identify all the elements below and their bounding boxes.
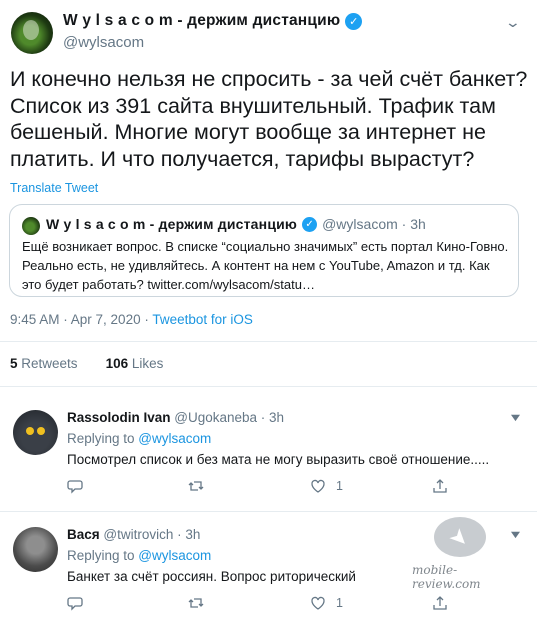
comment-icon	[67, 480, 83, 494]
tweet-timestamp[interactable]: 9:45 AM · Apr 7, 2020 ·	[10, 312, 152, 327]
tweet-source-link[interactable]: Tweetbot for iOS	[152, 312, 253, 327]
reply-avatar[interactable]	[13, 527, 58, 572]
replying-to: Replying to @wylsacom	[67, 431, 211, 446]
share-icon	[433, 596, 447, 610]
reply-button[interactable]	[67, 478, 83, 494]
retweets-label: Retweets	[21, 356, 78, 371]
retweets-count: 5	[10, 356, 18, 371]
like-button[interactable]: 1	[310, 478, 343, 494]
verified-badge-icon: ✓	[302, 216, 318, 232]
divider	[0, 386, 537, 387]
quoted-tweet-text: Ещё возникает вопрос. В списке “социальн…	[22, 239, 509, 292]
chevron-down-icon[interactable]: ⌄	[505, 14, 521, 31]
tweet-text: И конечно нельзя не спросить - за чей сч…	[10, 67, 528, 171]
reply-actions: 1	[67, 478, 457, 498]
author-display-name[interactable]: W y l s a c o m - держим дистанцию	[63, 12, 340, 30]
quoted-author-row: W y l s a c o m - держим дистанцию ✓ @wy…	[46, 216, 426, 232]
heart-icon	[311, 596, 325, 610]
retweet-icon	[188, 481, 204, 491]
like-count: 1	[336, 479, 343, 493]
replying-to-link[interactable]: @wylsacom	[138, 548, 211, 563]
reply-author-name[interactable]: Вася	[67, 527, 100, 542]
reply-handle-time[interactable]: @Ugokaneba · 3h	[174, 410, 284, 425]
retweets-stat[interactable]: 5 Retweets	[10, 356, 78, 371]
like-count: 1	[336, 596, 343, 610]
share-button[interactable]	[432, 595, 448, 611]
replying-to-link[interactable]: @wylsacom	[138, 431, 211, 446]
reply-button[interactable]	[67, 595, 83, 611]
chevron-down-icon[interactable]: ▼	[508, 412, 523, 424]
author-name-row[interactable]: W y l s a c o m - держим дистанцию ✓	[63, 12, 363, 30]
quoted-tweet-card[interactable]: W y l s a c o m - держим дистанцию ✓ @wy…	[9, 204, 519, 297]
reply-header: Rassolodin Ivan @Ugokaneba · 3h	[67, 410, 284, 425]
reply-avatar[interactable]	[13, 410, 58, 455]
quoted-author-name: W y l s a c o m - держим дистанцию	[46, 216, 298, 232]
quoted-author-handle-time: @wylsacom · 3h	[322, 216, 426, 232]
retweet-button[interactable]	[188, 478, 204, 494]
likes-count: 106	[105, 356, 129, 371]
retweet-button[interactable]	[188, 595, 204, 611]
share-button[interactable]	[432, 478, 448, 494]
author-handle[interactable]: @wylsacom	[63, 34, 144, 51]
divider	[0, 511, 537, 512]
reply-text: Посмотрел список и без мата не могу выра…	[67, 452, 490, 467]
tweet-stats: 5 Retweets 106 Likes	[10, 356, 163, 371]
watermark: ➤ mobile-review.com	[412, 517, 512, 591]
reply-text: Банкет за счёт россиян. Вопрос риторичес…	[67, 569, 356, 584]
watermark-text: mobile-review.com	[412, 563, 481, 591]
share-icon	[433, 479, 447, 493]
comment-icon	[67, 597, 83, 611]
reply-header: Вася @twitrovich · 3h	[67, 527, 200, 542]
likes-label: Likes	[131, 356, 164, 371]
replying-to: Replying to @wylsacom	[67, 548, 211, 563]
like-button[interactable]: 1	[310, 595, 343, 611]
quoted-author-avatar	[22, 217, 40, 235]
tweet-meta: 9:45 AM · Apr 7, 2020 · Tweetbot for iOS	[10, 312, 253, 327]
reply-author-name[interactable]: Rassolodin Ivan	[67, 410, 171, 425]
reply-handle-time[interactable]: @twitrovich · 3h	[103, 527, 200, 542]
author-avatar[interactable]	[11, 12, 53, 54]
translate-tweet-link[interactable]: Translate Tweet	[10, 181, 98, 195]
reply-actions: 1	[67, 595, 457, 615]
likes-stat[interactable]: 106 Likes	[106, 356, 164, 371]
divider	[0, 341, 537, 342]
heart-icon	[311, 479, 325, 493]
retweet-icon	[188, 598, 204, 608]
verified-badge-icon: ✓	[345, 12, 363, 30]
replying-to-prefix: Replying to	[67, 548, 139, 563]
replying-to-prefix: Replying to	[67, 431, 139, 446]
